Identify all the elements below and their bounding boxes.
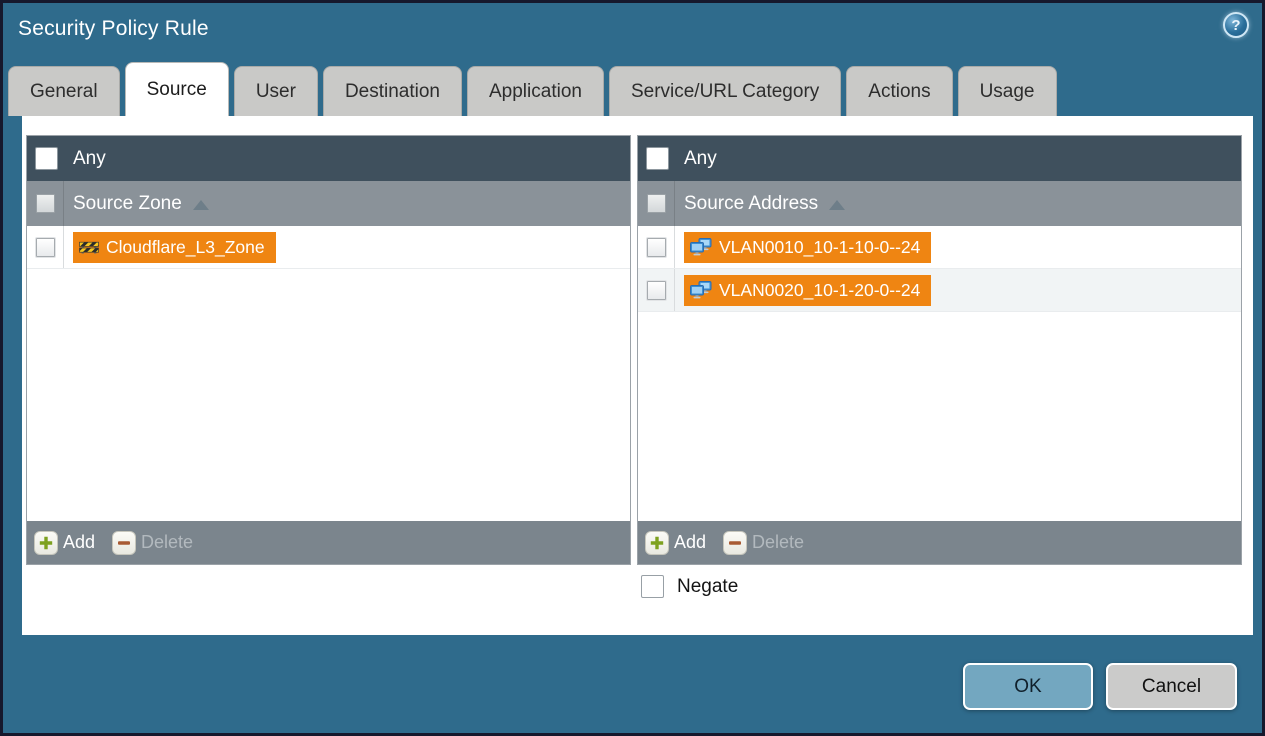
tab-general[interactable]: General xyxy=(8,66,120,116)
source-address-footer: Add Delete xyxy=(638,521,1241,564)
negate-checkbox[interactable] xyxy=(641,575,664,598)
help-glyph: ? xyxy=(1231,16,1241,34)
source-address-panel: Any Source Address VLAN0010_10-1-10-0--2… xyxy=(637,135,1242,565)
source-zone-column-header[interactable]: Source Zone xyxy=(27,181,630,226)
row-checkbox[interactable] xyxy=(646,280,666,300)
plus-icon xyxy=(34,530,58,555)
delete-label: Delete xyxy=(752,532,805,552)
address-tag[interactable]: VLAN0020_10-1-20-0--24 xyxy=(684,274,932,306)
plus-icon xyxy=(645,530,669,555)
ok-button[interactable]: OK xyxy=(963,663,1093,710)
row-checkbox[interactable] xyxy=(646,237,666,257)
source-zone-footer: Add Delete xyxy=(27,521,630,564)
table-row[interactable]: VLAN0020_10-1-20-0--24 xyxy=(638,269,1241,312)
address-icon xyxy=(690,238,712,256)
table-row[interactable]: VLAN0010_10-1-10-0--24 xyxy=(638,226,1241,269)
row-checkbox[interactable] xyxy=(35,237,55,257)
source-zone-any-label: Any xyxy=(73,147,106,169)
negate-label: Negate xyxy=(677,575,739,597)
zone-name: Cloudflare_L3_Zone xyxy=(106,236,265,257)
source-zone-column-label: Source Zone xyxy=(73,192,182,214)
source-address-column-label: Source Address xyxy=(684,192,819,214)
sort-ascending-icon xyxy=(829,199,846,210)
delete-button[interactable]: Delete xyxy=(112,530,194,555)
sort-ascending-icon xyxy=(192,199,209,210)
delete-button[interactable]: Delete xyxy=(723,530,805,555)
help-icon[interactable]: ? xyxy=(1223,12,1249,38)
dialog-title: Security Policy Rule xyxy=(18,17,209,40)
add-button[interactable]: Add xyxy=(645,530,707,555)
address-tag[interactable]: VLAN0010_10-1-10-0--24 xyxy=(684,231,932,263)
source-address-list: VLAN0010_10-1-10-0--24 VLAN0020_10-1-20-… xyxy=(638,226,1241,521)
negate-control: Negate xyxy=(641,575,738,598)
add-label: Add xyxy=(63,532,96,552)
tab-application[interactable]: Application xyxy=(467,66,604,116)
zone-tag[interactable]: Cloudflare_L3_Zone xyxy=(73,231,276,263)
source-zone-list: Cloudflare_L3_Zone xyxy=(27,226,630,521)
address-icon xyxy=(690,281,712,299)
cancel-button[interactable]: Cancel xyxy=(1106,663,1237,710)
source-zone-panel: Any Source Zone Cloudflare_L3_Zone Add D… xyxy=(26,135,631,565)
address-name: VLAN0020_10-1-20-0--24 xyxy=(719,279,921,300)
source-zone-any-checkbox[interactable] xyxy=(36,148,57,169)
source-address-select-all-checkbox[interactable] xyxy=(646,194,666,213)
dialog-titlebar: Security Policy Rule ? xyxy=(3,3,1262,62)
source-tab-body: Any Source Zone Cloudflare_L3_Zone Add D… xyxy=(22,116,1253,635)
minus-icon xyxy=(112,530,137,555)
tab-user[interactable]: User xyxy=(233,66,318,116)
tab-actions[interactable]: Actions xyxy=(846,66,953,116)
source-address-any-label: Any xyxy=(684,147,717,169)
address-name: VLAN0010_10-1-10-0--24 xyxy=(719,236,921,257)
add-button[interactable]: Add xyxy=(34,530,96,555)
table-row[interactable]: Cloudflare_L3_Zone xyxy=(27,226,630,269)
source-address-any-checkbox[interactable] xyxy=(647,148,668,169)
tab-source[interactable]: Source xyxy=(124,62,229,116)
zone-icon xyxy=(79,241,99,254)
minus-icon xyxy=(723,530,748,555)
tab-service-url-category[interactable]: Service/URL Category xyxy=(608,66,842,116)
add-label: Add xyxy=(674,532,707,552)
source-zone-select-all-checkbox[interactable] xyxy=(35,194,55,213)
source-address-column-header[interactable]: Source Address xyxy=(638,181,1241,226)
delete-label: Delete xyxy=(141,532,194,552)
tab-bar: General Source User Destination Applicat… xyxy=(8,62,1057,116)
source-address-any-row: Any xyxy=(638,136,1241,181)
tab-destination[interactable]: Destination xyxy=(322,66,462,116)
tab-usage[interactable]: Usage xyxy=(957,66,1057,116)
security-policy-rule-dialog: Security Policy Rule ? General Source Us… xyxy=(0,0,1265,736)
source-zone-any-row: Any xyxy=(27,136,630,181)
